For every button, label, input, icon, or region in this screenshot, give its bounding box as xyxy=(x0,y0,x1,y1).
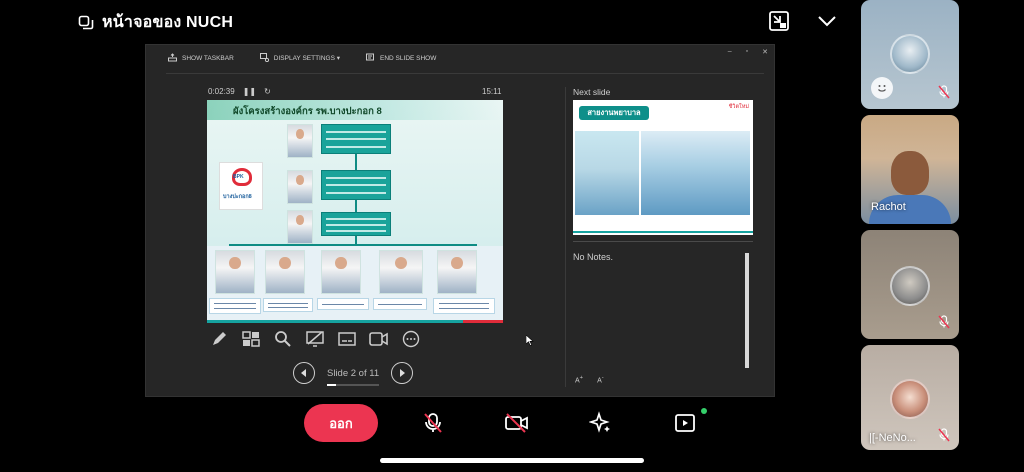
muted-mic-icon xyxy=(937,85,951,99)
slide-navigation: Slide 2 of 11 xyxy=(293,362,414,386)
staff-photo xyxy=(379,250,423,294)
participant-tile[interactable] xyxy=(861,230,959,339)
participant-tile[interactable]: |[-NeNo... xyxy=(861,345,959,450)
staff-photo xyxy=(265,250,305,294)
participant-name: |[-NeNo... xyxy=(869,432,916,444)
home-indicator[interactable] xyxy=(380,458,644,463)
subtitles-icon[interactable] xyxy=(336,328,358,350)
current-slide: ผังโครงสร้างองค์กร รพ.บางปะกอก 8 BPK บาง… xyxy=(207,100,503,323)
participant-tile[interactable]: Rachot xyxy=(861,115,959,224)
executive-photo xyxy=(287,124,313,158)
staff-photo xyxy=(215,250,255,294)
staff-caption xyxy=(317,298,369,310)
see-all-slides-icon[interactable] xyxy=(240,328,262,350)
next-slide-footer xyxy=(573,231,753,233)
next-slide-label: Next slide xyxy=(573,87,611,97)
zoom-icon[interactable] xyxy=(272,328,294,350)
previous-slide-button[interactable] xyxy=(293,362,315,384)
executive-photo xyxy=(287,210,313,244)
black-screen-icon[interactable] xyxy=(304,328,326,350)
share-title: หน้าจอของ NUCH xyxy=(102,14,234,31)
minimize-window-icon[interactable] xyxy=(768,10,790,32)
elapsed-time: 0:02:39 xyxy=(208,87,235,96)
toolbar-divider xyxy=(166,73,764,74)
restart-icon[interactable]: ↻ xyxy=(264,87,271,96)
presenter-tools xyxy=(208,328,422,350)
leave-button[interactable]: ออก xyxy=(304,404,378,442)
hospital-logo: BPK บางปะกอก8 xyxy=(219,162,263,210)
staff-photo xyxy=(437,250,477,294)
share-header: หน้าจอของ NUCH xyxy=(78,10,233,35)
next-slide-logo: ชีวิตใหม่ xyxy=(728,104,749,110)
slide-timer: 0:02:39 ❚❚ ↻ xyxy=(208,87,271,96)
executive-photo xyxy=(287,170,313,204)
avatar xyxy=(890,266,930,306)
slide-title: ผังโครงสร้างองค์กร รพ.บางปะกอก 8 xyxy=(233,106,382,117)
slide-counter: Slide 2 of 11 xyxy=(327,368,379,386)
pause-icon[interactable]: ❚❚ xyxy=(243,87,256,96)
effects-sparkle-icon[interactable] xyxy=(588,410,614,436)
nurse-photo xyxy=(575,131,639,215)
camera-icon[interactable] xyxy=(368,328,390,350)
group-photo xyxy=(641,131,750,215)
slide-footer-bar xyxy=(207,320,503,323)
notes-divider xyxy=(573,241,753,242)
avatar xyxy=(890,379,930,419)
chevron-down-icon[interactable] xyxy=(816,10,838,32)
org-box xyxy=(321,124,391,154)
next-slide-title: สายงานพยาบาล xyxy=(579,106,649,120)
participant-name: Rachot xyxy=(871,201,906,213)
mic-off-icon[interactable] xyxy=(420,410,446,436)
muted-mic-icon xyxy=(937,315,951,329)
slide-progress-bar xyxy=(327,383,379,386)
active-indicator xyxy=(701,408,707,414)
more-options-icon[interactable] xyxy=(400,328,422,350)
show-taskbar-button[interactable]: SHOW TASKBAR xyxy=(168,52,234,64)
triangle-right-icon xyxy=(400,369,406,377)
taskbar-icon xyxy=(168,52,177,64)
reaction-smiley-icon[interactable] xyxy=(871,77,893,99)
next-slide-button[interactable] xyxy=(391,362,414,384)
decrease-font-icon[interactable]: A- xyxy=(597,375,604,384)
staff-caption xyxy=(263,298,313,312)
share-screen-icon[interactable] xyxy=(672,410,698,436)
restore-icon[interactable]: ▫ xyxy=(746,48,748,56)
slide-footer-accent xyxy=(463,320,503,323)
notes-scrollbar[interactable] xyxy=(745,253,749,368)
screen-share-icon xyxy=(78,15,94,31)
pen-icon[interactable] xyxy=(208,328,230,350)
end-show-icon xyxy=(366,53,375,64)
staff-photo xyxy=(321,250,361,294)
increase-font-icon[interactable]: A+ xyxy=(575,375,583,384)
presenter-view: SHOW TASKBAR DISPLAY SETTINGS ▾ END SLID… xyxy=(145,44,775,397)
muted-mic-icon xyxy=(937,428,951,442)
camera-off-icon[interactable] xyxy=(504,410,530,436)
staff-caption xyxy=(373,298,427,310)
org-box xyxy=(321,212,391,236)
next-slide-preview[interactable]: สายงานพยาบาล ชีวิตใหม่ xyxy=(573,100,753,235)
triangle-left-icon xyxy=(301,369,306,377)
close-icon[interactable]: ✕ xyxy=(762,48,768,56)
org-box xyxy=(321,170,391,200)
participant-face xyxy=(891,151,929,195)
top-controls xyxy=(768,10,838,32)
presenter-toolbar: SHOW TASKBAR DISPLAY SETTINGS ▾ END SLID… xyxy=(146,45,774,71)
avatar xyxy=(890,34,930,74)
display-icon xyxy=(259,52,269,64)
department-row xyxy=(207,246,503,323)
speaker-notes: No Notes. xyxy=(573,252,614,262)
end-slide-show-button[interactable]: END SLIDE SHOW xyxy=(366,53,436,64)
pane-divider[interactable] xyxy=(565,87,566,387)
staff-caption xyxy=(433,298,495,314)
minimize-icon[interactable]: – xyxy=(728,48,732,56)
mouse-cursor-icon xyxy=(525,333,534,351)
window-controls: – ▫ ✕ xyxy=(728,48,768,56)
notes-font-controls: A+ A- xyxy=(575,375,604,384)
current-time: 15:11 xyxy=(482,87,502,96)
staff-caption xyxy=(209,298,261,314)
display-settings-button[interactable]: DISPLAY SETTINGS ▾ xyxy=(259,52,340,64)
participant-tile[interactable] xyxy=(861,0,959,109)
